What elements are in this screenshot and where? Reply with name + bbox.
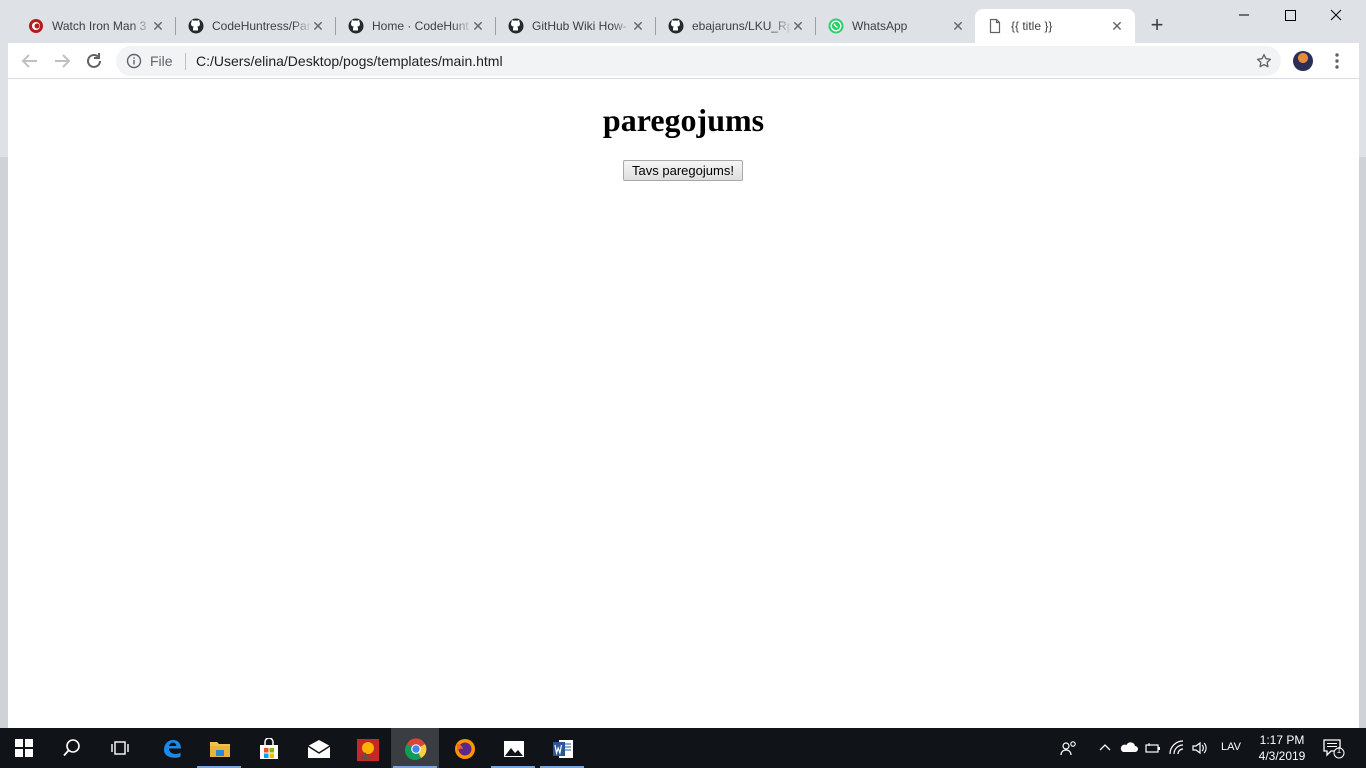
page-content: paregojums Tavs paregojums! bbox=[8, 80, 1359, 728]
whatsapp-icon bbox=[828, 18, 844, 34]
page-heading: paregojums bbox=[602, 102, 765, 138]
taskbar-game[interactable] bbox=[342, 728, 390, 768]
tab-github-wiki[interactable]: GitHub Wiki How- ✕ bbox=[496, 9, 656, 43]
browser-window: Watch Iron Man 3 ✕ CodeHuntress/Par ✕ Ho… bbox=[8, 0, 1359, 728]
minimize-icon bbox=[1239, 14, 1249, 16]
close-icon bbox=[1330, 9, 1342, 21]
search-button[interactable] bbox=[48, 728, 96, 768]
taskbar-word[interactable] bbox=[538, 728, 586, 768]
more-menu-icon[interactable] bbox=[1327, 51, 1347, 71]
forward-arrow-icon[interactable] bbox=[50, 49, 74, 73]
task-view-button[interactable] bbox=[96, 728, 144, 768]
browser-toolbar: File C:/Users/elina/Desktop/pogs/templat… bbox=[8, 43, 1359, 79]
profile-avatar[interactable] bbox=[1293, 51, 1313, 71]
url-scheme-label: File bbox=[150, 53, 173, 69]
close-icon[interactable]: ✕ bbox=[310, 18, 326, 34]
desktop-edge-left bbox=[0, 0, 8, 728]
tab-title: Home · CodeHunt bbox=[372, 19, 469, 33]
tab-watch-iron-man[interactable]: Watch Iron Man 3 ✕ bbox=[16, 9, 176, 43]
photos-icon bbox=[504, 741, 524, 757]
chevron-up-icon[interactable] bbox=[1096, 739, 1114, 757]
tab-active-title[interactable]: {{ title }} ✕ bbox=[975, 9, 1135, 43]
taskbar-chrome[interactable] bbox=[391, 728, 439, 768]
address-divider bbox=[185, 53, 186, 70]
close-window-button[interactable] bbox=[1313, 0, 1359, 30]
mail-icon bbox=[307, 740, 331, 758]
new-tab-button[interactable]: + bbox=[1148, 14, 1166, 36]
tab-strip: Watch Iron Man 3 ✕ CodeHuntress/Par ✕ Ho… bbox=[8, 0, 1359, 43]
tab-codehuntress-par[interactable]: CodeHuntress/Par ✕ bbox=[176, 9, 336, 43]
windows-logo-icon bbox=[15, 739, 33, 757]
notification-count-badge: 1 bbox=[1336, 746, 1342, 755]
reload-icon[interactable] bbox=[82, 49, 106, 73]
store-bag-icon bbox=[260, 738, 278, 759]
bookmark-star-icon[interactable] bbox=[1255, 52, 1273, 70]
info-icon[interactable] bbox=[126, 53, 142, 69]
url-text[interactable]: C:/Users/elina/Desktop/pogs/templates/ma… bbox=[196, 53, 503, 69]
onedrive-cloud-icon[interactable] bbox=[1120, 739, 1138, 757]
close-icon[interactable]: ✕ bbox=[950, 18, 966, 34]
volume-icon[interactable] bbox=[1191, 739, 1209, 757]
tab-title: CodeHuntress/Par bbox=[212, 19, 311, 33]
firefox-icon bbox=[455, 739, 475, 759]
desktop-edge-right bbox=[1359, 0, 1366, 728]
prediction-button[interactable]: Tavs paregojums! bbox=[623, 160, 743, 181]
action-center-button[interactable]: 1 bbox=[1323, 739, 1345, 759]
start-button[interactable] bbox=[0, 728, 48, 768]
edge-browser-icon bbox=[164, 740, 181, 758]
back-arrow-icon[interactable] bbox=[18, 49, 42, 73]
close-icon[interactable]: ✕ bbox=[790, 18, 806, 34]
wifi-icon[interactable] bbox=[1168, 739, 1186, 757]
tab-title: {{ title }} bbox=[1011, 19, 1053, 33]
tab-title: ebajaruns/LKU_Rp bbox=[692, 19, 792, 33]
close-icon[interactable]: ✕ bbox=[1109, 18, 1125, 34]
windows-taskbar: LAV 1:17 PM 4/3/2019 1 bbox=[0, 728, 1366, 768]
streaming-site-icon bbox=[29, 19, 43, 33]
battery-icon[interactable] bbox=[1144, 739, 1162, 757]
taskbar-mail[interactable] bbox=[293, 728, 341, 768]
taskbar-file-explorer[interactable] bbox=[195, 728, 243, 768]
close-icon[interactable]: ✕ bbox=[150, 18, 166, 34]
folder-icon bbox=[210, 742, 230, 757]
tab-ebajaruns-lku[interactable]: ebajaruns/LKU_Rp ✕ bbox=[656, 9, 816, 43]
task-view-icon bbox=[111, 741, 129, 755]
taskbar-photos[interactable] bbox=[489, 728, 537, 768]
clock-date: 4/3/2019 bbox=[1258, 749, 1306, 763]
taskbar-edge[interactable] bbox=[147, 728, 195, 768]
tab-title: WhatsApp bbox=[852, 19, 908, 33]
chrome-icon bbox=[405, 738, 427, 760]
word-icon bbox=[553, 740, 573, 758]
maximize-icon bbox=[1285, 10, 1296, 21]
maximize-button[interactable] bbox=[1267, 0, 1313, 30]
minimize-button[interactable] bbox=[1221, 0, 1267, 30]
game-icon bbox=[357, 739, 379, 761]
close-icon[interactable]: ✕ bbox=[630, 18, 646, 34]
github-icon bbox=[188, 18, 204, 34]
clock[interactable]: 1:17 PM 4/3/2019 bbox=[1248, 732, 1316, 764]
clock-time: 1:17 PM bbox=[1259, 733, 1305, 747]
taskbar-firefox[interactable] bbox=[440, 728, 488, 768]
tab-title: Watch Iron Man 3 bbox=[52, 19, 147, 33]
tab-home-codehuntress[interactable]: Home · CodeHunt ✕ bbox=[336, 9, 496, 43]
tab-title: GitHub Wiki How- bbox=[532, 19, 627, 33]
github-icon bbox=[348, 18, 364, 34]
input-language-indicator[interactable]: LAV bbox=[1221, 741, 1241, 753]
search-icon bbox=[63, 739, 80, 757]
close-icon[interactable]: ✕ bbox=[470, 18, 486, 34]
people-icon[interactable] bbox=[1060, 739, 1078, 757]
github-icon bbox=[668, 18, 684, 34]
github-icon bbox=[508, 18, 524, 34]
taskbar-store[interactable] bbox=[244, 728, 292, 768]
address-bar[interactable]: File C:/Users/elina/Desktop/pogs/templat… bbox=[116, 46, 1281, 76]
page-icon bbox=[989, 18, 1001, 34]
tab-whatsapp[interactable]: WhatsApp ✕ bbox=[816, 9, 976, 43]
